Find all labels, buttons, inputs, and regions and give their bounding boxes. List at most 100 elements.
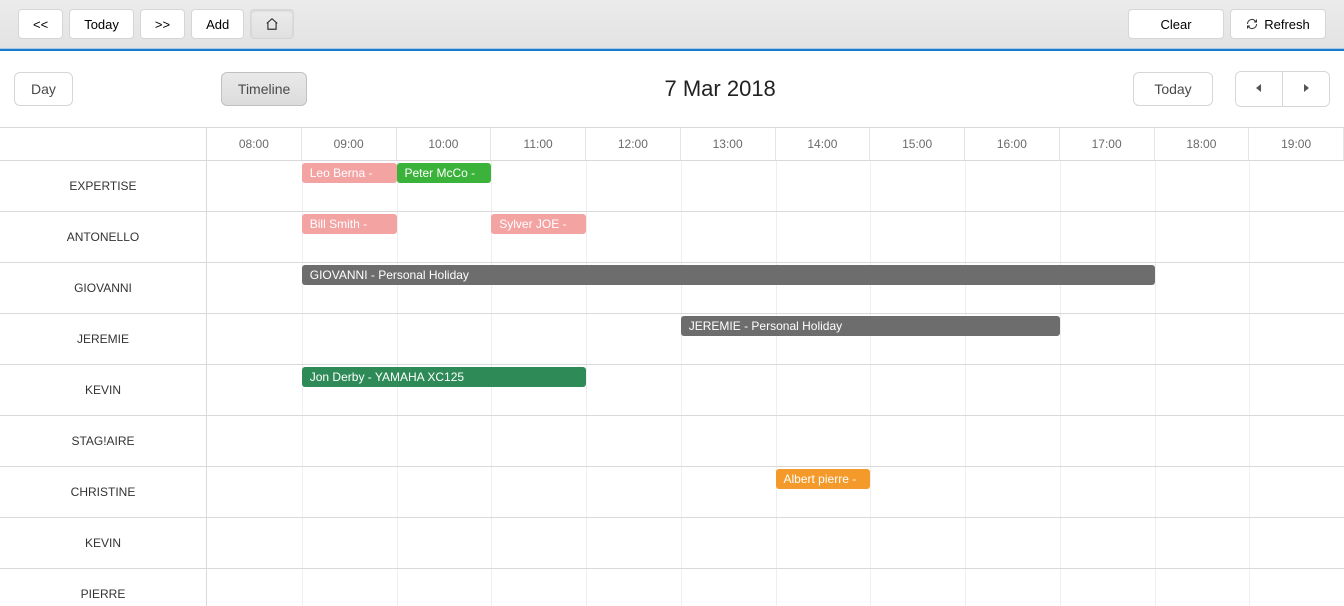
time-slot [870,569,966,606]
row-time-area[interactable]: Albert pierre - [207,467,1344,517]
time-slot [1249,569,1344,606]
row-time-area[interactable] [207,569,1344,606]
resource-row: ANTONELLO Bill Smith - Sylver JOE - [0,212,1344,263]
row-time-area[interactable]: Leo Berna -Peter McCo - [207,161,1344,211]
event[interactable]: Leo Berna - [302,163,397,183]
event[interactable]: Jon Derby - YAMAHA XC125 [302,367,586,387]
time-header-cell: 14:00 [776,128,871,160]
time-header-label: 09:00 [334,137,364,151]
time-slot [1155,161,1251,211]
time-slot [1249,263,1344,313]
time-slot [681,467,777,517]
time-slot [1155,212,1251,262]
time-slot [1060,518,1156,568]
time-slot [397,518,493,568]
time-slot [586,569,682,606]
row-time-area[interactable] [207,416,1344,466]
time-slot [681,365,777,415]
time-slot [776,365,872,415]
time-slot [776,416,872,466]
event[interactable]: JEREMIE - Personal Holiday [681,316,1060,336]
time-slot [1249,416,1344,466]
time-slot [681,416,777,466]
toolbar-today-button[interactable]: Today [69,9,134,39]
time-header-cell: 19:00 [1249,128,1344,160]
time-slot [965,416,1061,466]
date-title: 7 Mar 2018 [315,76,1125,102]
time-header-label: 14:00 [807,137,837,151]
time-slot [397,212,493,262]
date-next-button[interactable] [1282,72,1329,106]
time-slot [586,416,682,466]
time-slot [1155,365,1251,415]
home-button[interactable] [250,9,294,39]
time-slot [1060,569,1156,606]
time-slot [870,212,966,262]
event[interactable]: GIOVANNI - Personal Holiday [302,265,1155,285]
time-slot [586,518,682,568]
time-slot [207,212,303,262]
time-slot [207,569,303,606]
time-slot [870,416,966,466]
time-slot [586,314,682,364]
next-range-label: >> [155,17,170,32]
time-slot [586,467,682,517]
row-time-area[interactable]: Jon Derby - YAMAHA XC125 [207,365,1344,415]
time-slot [207,161,303,211]
resource-label: ANTONELLO [0,212,207,262]
time-header-label: 13:00 [713,137,743,151]
event[interactable]: Bill Smith - [302,214,397,234]
resource-label: JEREMIE [0,314,207,364]
time-header-label: 08:00 [239,137,269,151]
time-slot [1155,263,1251,313]
time-header-label: 12:00 [618,137,648,151]
row-time-area[interactable] [207,518,1344,568]
refresh-icon [1246,18,1258,30]
resource-label: PIERRE [0,569,207,606]
refresh-button[interactable]: Refresh [1230,9,1326,39]
subheader-today-button[interactable]: Today [1133,72,1213,106]
resource-row: STAG!AIRE [0,416,1344,467]
resource-label: STAG!AIRE [0,416,207,466]
time-slot [586,365,682,415]
scheduler-body[interactable]: EXPERTISELeo Berna -Peter McCo -ANTONELL… [0,161,1344,606]
prev-range-button[interactable]: << [18,9,63,39]
time-slot [207,467,303,517]
time-slot [776,569,872,606]
time-header-cell: 09:00 [302,128,397,160]
time-header-cell: 13:00 [681,128,776,160]
resource-label: GIOVANNI [0,263,207,313]
time-header-cell: 17:00 [1060,128,1155,160]
time-slot [965,467,1061,517]
add-button[interactable]: Add [191,9,244,39]
resource-label: CHRISTINE [0,467,207,517]
time-slot [302,467,398,517]
time-slot [1249,161,1344,211]
event[interactable]: Sylver JOE - [491,214,586,234]
view-timeline-button[interactable]: Timeline [221,72,307,106]
time-header-label: 18:00 [1186,137,1216,151]
clear-button[interactable]: Clear [1128,9,1224,39]
event[interactable]: Peter McCo - [397,163,492,183]
time-slot [681,518,777,568]
time-header-label: 11:00 [524,137,553,151]
view-day-button[interactable]: Day [14,72,73,106]
time-slot [207,365,303,415]
date-prev-button[interactable] [1236,72,1282,106]
time-slot [870,518,966,568]
time-slot [397,416,493,466]
resource-label: KEVIN [0,365,207,415]
time-slot [302,314,398,364]
time-slot [1249,212,1344,262]
row-time-area[interactable]: JEREMIE - Personal Holiday [207,314,1344,364]
next-range-button[interactable]: >> [140,9,185,39]
event-label: Sylver JOE - [499,217,566,231]
time-slot [397,569,493,606]
time-header-label: 16:00 [997,137,1027,151]
event[interactable]: Albert pierre - [776,469,871,489]
time-slot [1060,212,1156,262]
time-slot [776,518,872,568]
row-time-area[interactable]: GIOVANNI - Personal Holiday [207,263,1344,313]
time-slot [491,518,587,568]
row-time-area[interactable]: Bill Smith - Sylver JOE - [207,212,1344,262]
